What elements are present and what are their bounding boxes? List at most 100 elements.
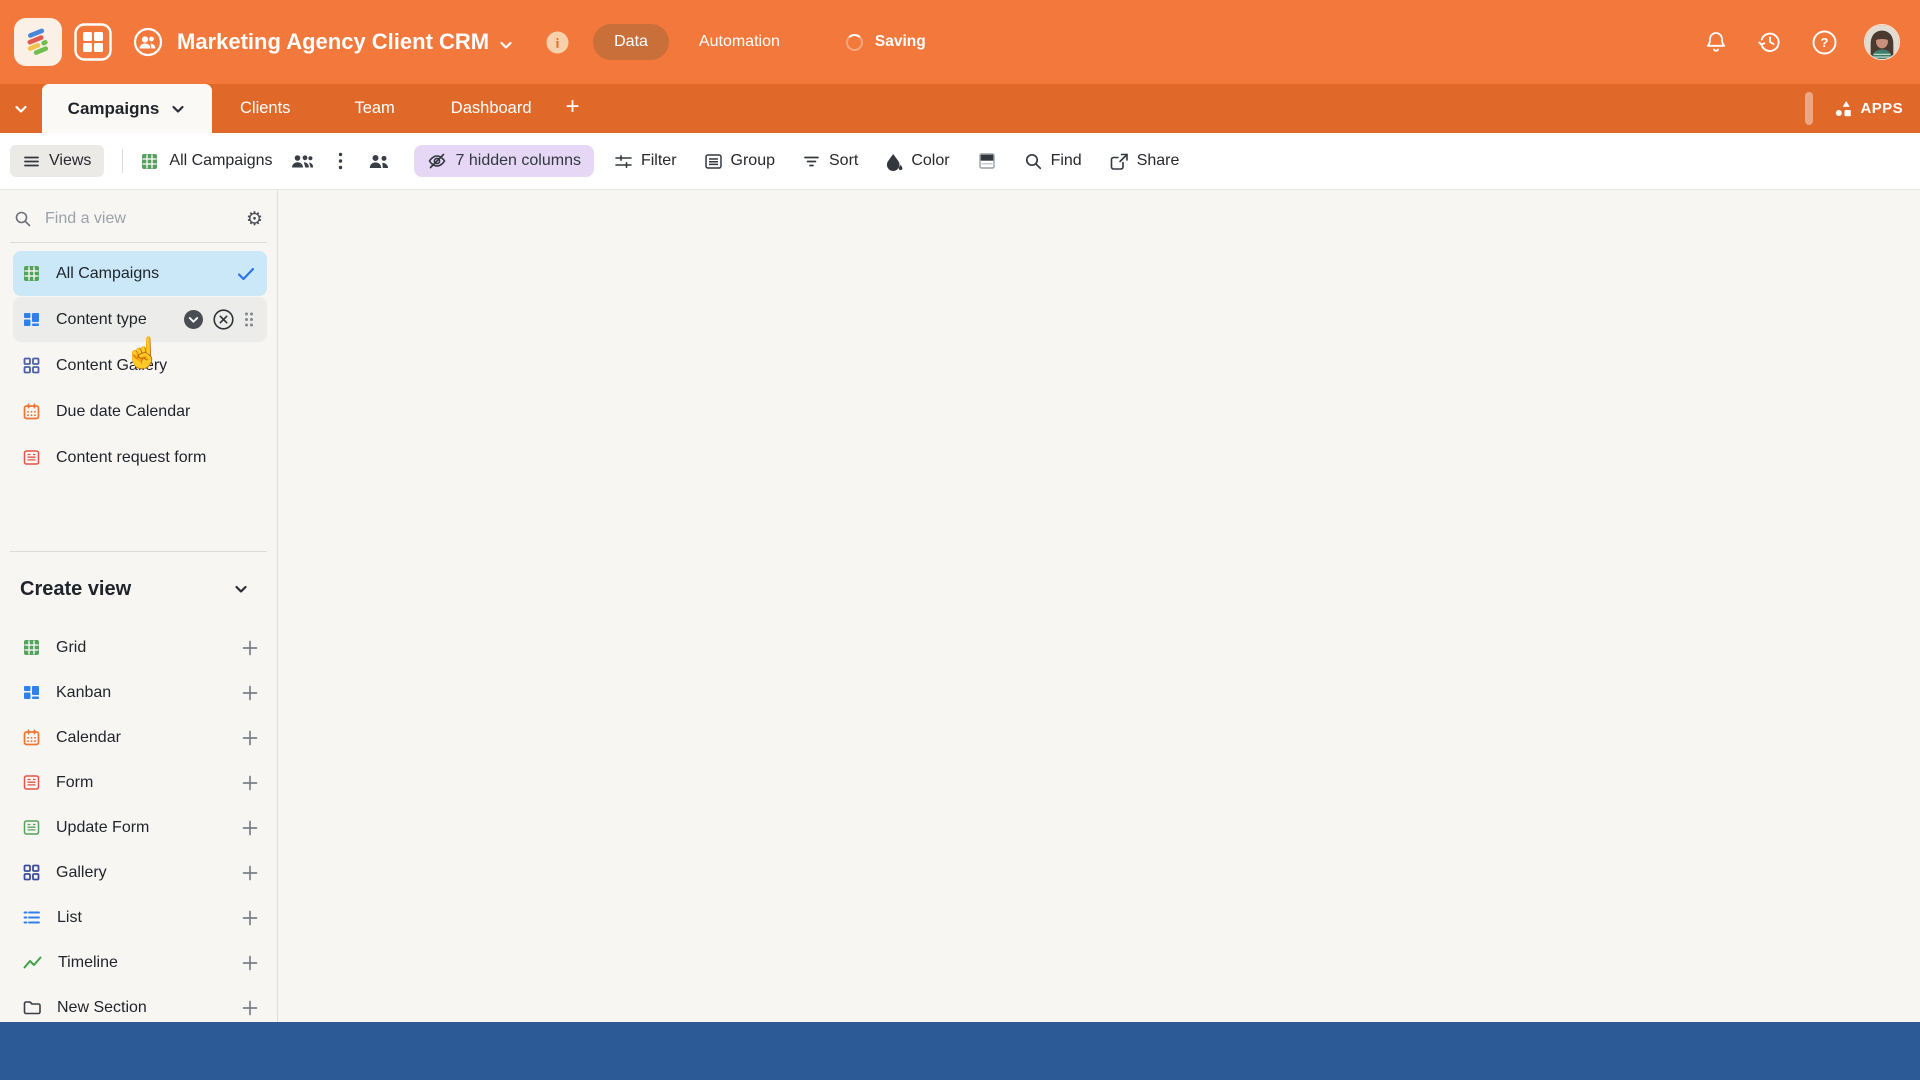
notifications-icon[interactable] <box>1704 30 1728 54</box>
view-item-due-date-calendar[interactable]: Due date Calendar <box>13 389 267 434</box>
chevron-down-icon[interactable] <box>498 37 514 53</box>
hidden-columns-button[interactable]: 7 hidden columns <box>414 145 594 177</box>
create-view-list[interactable]: List <box>13 895 267 940</box>
filter-button[interactable]: Filter <box>614 152 677 171</box>
plus-icon[interactable] <box>241 909 259 927</box>
hidden-columns-label: 7 hidden columns <box>456 152 581 170</box>
collapse-circle-icon[interactable] <box>183 309 204 330</box>
current-view-name: All Campaigns <box>169 152 272 170</box>
group-button[interactable]: Group <box>704 152 775 171</box>
find-view-input[interactable] <box>45 210 233 228</box>
svg-text:?: ? <box>1821 35 1829 50</box>
tabbar-scrollbar-thumb[interactable] <box>1805 92 1813 125</box>
tab-dashboard[interactable]: Dashboard <box>451 84 532 133</box>
apps-button[interactable]: APPS <box>1834 84 1920 133</box>
workspace-users-icon[interactable] <box>133 27 163 57</box>
chevron-down-icon <box>170 101 186 117</box>
tab-strip: Campaigns Clients Team Dashboard <box>42 84 532 133</box>
views-label: Views <box>49 152 91 170</box>
create-view-update-form[interactable]: Update Form <box>13 805 267 850</box>
create-view-new-section[interactable]: New Section <box>13 985 267 1022</box>
bottom-bar <box>0 1022 1920 1080</box>
filter-icon <box>614 152 633 171</box>
add-table-button[interactable]: + <box>566 84 580 133</box>
plus-icon[interactable] <box>241 864 259 882</box>
create-view-form[interactable]: Form <box>13 760 267 805</box>
gear-icon[interactable]: ⚙ <box>246 210 263 229</box>
drag-handle-icon[interactable] <box>243 311 255 328</box>
color-button[interactable]: Color <box>885 152 949 171</box>
create-item-label: Grid <box>56 639 86 657</box>
plus-icon[interactable] <box>241 999 259 1017</box>
plus-icon[interactable] <box>241 774 259 792</box>
header-right-icons: ? <box>1675 24 1900 60</box>
saving-spinner-icon <box>846 34 863 51</box>
header-nav: Data Automation <box>569 24 780 60</box>
create-view-gallery[interactable]: Gallery <box>13 850 267 895</box>
user-avatar[interactable] <box>1864 24 1900 60</box>
toolbar-buttons: Filter Group Sort Color Find Share <box>614 151 1179 171</box>
share-button[interactable]: Share <box>1109 152 1180 171</box>
search-icon <box>14 210 32 228</box>
create-item-label: Form <box>56 774 93 792</box>
tab-label: Team <box>354 99 394 118</box>
cursor-pointer-hand: ☝ <box>124 336 161 371</box>
plus-icon[interactable] <box>241 684 259 702</box>
create-view-heading[interactable]: Create view <box>0 569 277 609</box>
tab-clients[interactable]: Clients <box>240 84 290 133</box>
view-item-all-campaigns[interactable]: All Campaigns <box>13 251 267 296</box>
collaborators-icon[interactable] <box>291 153 314 169</box>
tab-campaigns[interactable]: Campaigns <box>42 84 212 133</box>
view-item-content-request-form[interactable]: Content request form <box>13 435 267 480</box>
view-item-controls <box>183 309 255 330</box>
create-view-list: Grid Kanban Calendar Form Update Form Gallery… <box>13 625 267 1022</box>
apps-label: APPS <box>1861 100 1903 117</box>
group-icon <box>704 152 723 171</box>
create-view-grid[interactable]: Grid <box>13 625 267 670</box>
header-nav-automation[interactable]: Automation <box>699 33 780 51</box>
plus-icon[interactable] <box>241 729 259 747</box>
help-icon[interactable]: ? <box>1812 30 1837 55</box>
calendar-view-icon <box>23 403 40 420</box>
row-height-button[interactable] <box>977 151 997 171</box>
create-view-label: Create view <box>20 578 131 601</box>
views-button[interactable]: Views <box>10 145 104 177</box>
create-item-label: Gallery <box>56 864 107 882</box>
share-view-users-icon[interactable] <box>369 154 390 169</box>
gallery-navy-icon <box>23 864 40 881</box>
gallery-view-icon <box>23 357 40 374</box>
color-icon <box>885 152 903 171</box>
current-view-switcher[interactable]: All Campaigns <box>141 152 272 170</box>
create-view-timeline[interactable]: Timeline <box>13 940 267 985</box>
calendar-view-icon <box>23 729 40 746</box>
history-icon[interactable] <box>1757 29 1783 55</box>
base-title[interactable]: Marketing Agency Client CRM <box>177 29 489 55</box>
create-view-calendar[interactable]: Calendar <box>13 715 267 760</box>
tab-team[interactable]: Team <box>354 84 394 133</box>
toolbar-divider <box>122 149 123 173</box>
create-item-label: Calendar <box>56 729 121 747</box>
header-nav-data[interactable]: Data <box>593 24 669 60</box>
new-section-icon <box>23 1000 41 1015</box>
share-label: Share <box>1137 152 1180 170</box>
update-form-icon <box>23 819 40 836</box>
apps-shapes-icon <box>1834 100 1854 118</box>
create-item-label: Timeline <box>58 954 118 972</box>
collapse-tabs-button[interactable] <box>0 84 42 133</box>
chevron-down-icon[interactable] <box>233 581 249 597</box>
stackby-logo-icon <box>23 27 53 57</box>
plus-icon[interactable] <box>241 954 259 972</box>
sort-button[interactable]: Sort <box>802 152 858 171</box>
stackby-logo[interactable] <box>14 18 62 66</box>
find-button[interactable]: Find <box>1024 152 1082 171</box>
plus-icon[interactable] <box>241 639 259 657</box>
plus-icon[interactable] <box>241 819 259 837</box>
apps-grid-icon[interactable] <box>73 22 113 62</box>
create-view-kanban[interactable]: Kanban <box>13 670 267 715</box>
view-label: Due date Calendar <box>56 403 190 421</box>
remove-circle-icon[interactable] <box>213 309 234 330</box>
table-tabbar: Campaigns Clients Team Dashboard + APPS <box>0 84 1920 133</box>
kebab-menu-icon[interactable] <box>338 152 343 170</box>
create-item-label: New Section <box>57 999 147 1017</box>
info-icon[interactable]: i <box>546 31 569 54</box>
